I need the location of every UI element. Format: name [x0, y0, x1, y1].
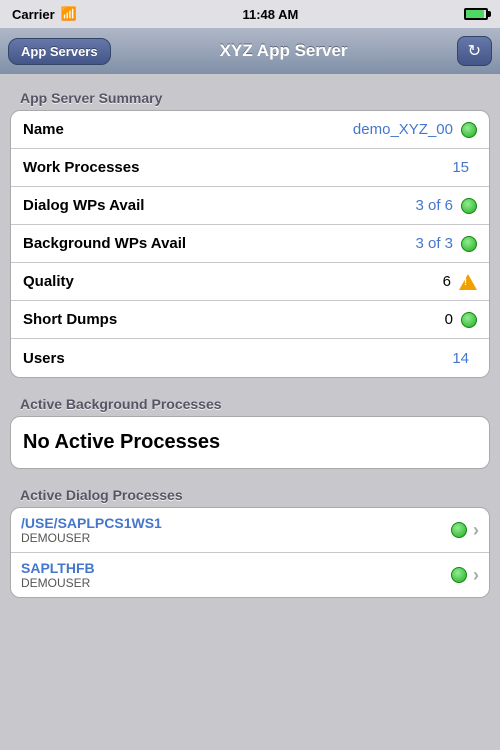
table-row: Short Dumps0 — [11, 301, 489, 339]
summary-section-header: App Server Summary — [10, 84, 490, 110]
chevron-right-icon: › — [473, 520, 479, 541]
row-label: Work Processes — [23, 159, 452, 176]
nav-bar: App Servers XYZ App Server ↻ — [0, 28, 500, 74]
row-value: demo_XYZ_00 — [353, 121, 453, 138]
status-green-icon — [461, 198, 477, 214]
table-row: Work Processes15 — [11, 149, 489, 187]
wifi-icon: 📶 — [61, 6, 77, 22]
row-label: Users — [23, 350, 452, 367]
carrier-label: Carrier — [12, 7, 55, 22]
table-row: Users14 — [11, 339, 489, 377]
page-content: App Server Summary Namedemo_XYZ_00Work P… — [0, 74, 500, 750]
row-label: Background WPs Avail — [23, 235, 415, 252]
status-time: 11:48 AM — [242, 7, 298, 22]
process-name: /USE/SAPLPCS1WS1 — [21, 515, 451, 531]
row-value: 3 of 6 — [415, 197, 453, 214]
status-green-icon — [451, 522, 467, 538]
process-info: SAPLTHFBDEMOUSER — [21, 560, 451, 590]
status-warning-icon — [459, 274, 477, 290]
status-green-icon — [461, 122, 477, 138]
no-active-processes-label: No Active Processes — [10, 416, 490, 469]
refresh-button[interactable]: ↻ — [457, 36, 492, 66]
table-row: Background WPs Avail3 of 3 — [11, 225, 489, 263]
status-green-icon — [451, 567, 467, 583]
battery-fill — [466, 10, 484, 18]
row-value: 3 of 3 — [415, 235, 453, 252]
table-row: Quality6 — [11, 263, 489, 301]
table-row: Namedemo_XYZ_00 — [11, 111, 489, 149]
row-value: 15 — [452, 159, 469, 176]
process-user: DEMOUSER — [21, 531, 451, 545]
process-name: SAPLTHFB — [21, 560, 451, 576]
status-right — [464, 8, 488, 20]
row-value: 6 — [443, 273, 451, 290]
status-bar: Carrier 📶 11:48 AM — [0, 0, 500, 28]
status-green-icon — [461, 236, 477, 252]
list-item[interactable]: SAPLTHFBDEMOUSER › — [11, 553, 489, 597]
process-user: DEMOUSER — [21, 576, 451, 590]
battery-icon — [464, 8, 488, 20]
process-info: /USE/SAPLPCS1WS1DEMOUSER — [21, 515, 451, 545]
chevron-right-icon: › — [473, 565, 479, 586]
row-label: Dialog WPs Avail — [23, 197, 415, 214]
row-value: 14 — [452, 350, 469, 367]
summary-table: Namedemo_XYZ_00Work Processes15Dialog WP… — [10, 110, 490, 378]
row-label: Quality — [23, 273, 443, 290]
status-left: Carrier 📶 — [12, 6, 77, 22]
process-icons: › — [451, 520, 479, 541]
status-green-icon — [461, 312, 477, 328]
back-button[interactable]: App Servers — [8, 38, 111, 65]
row-label: Name — [23, 121, 353, 138]
row-label: Short Dumps — [23, 311, 445, 328]
table-row: Dialog WPs Avail3 of 6 — [11, 187, 489, 225]
nav-title: XYZ App Server — [111, 41, 457, 61]
list-item[interactable]: /USE/SAPLPCS1WS1DEMOUSER › — [11, 508, 489, 553]
dialog-processes-list: /USE/SAPLPCS1WS1DEMOUSER›SAPLTHFBDEMOUSE… — [10, 507, 490, 598]
process-icons: › — [451, 565, 479, 586]
row-value: 0 — [445, 311, 453, 328]
dialog-section-header: Active Dialog Processes — [10, 481, 490, 507]
background-section-header: Active Background Processes — [10, 390, 490, 416]
